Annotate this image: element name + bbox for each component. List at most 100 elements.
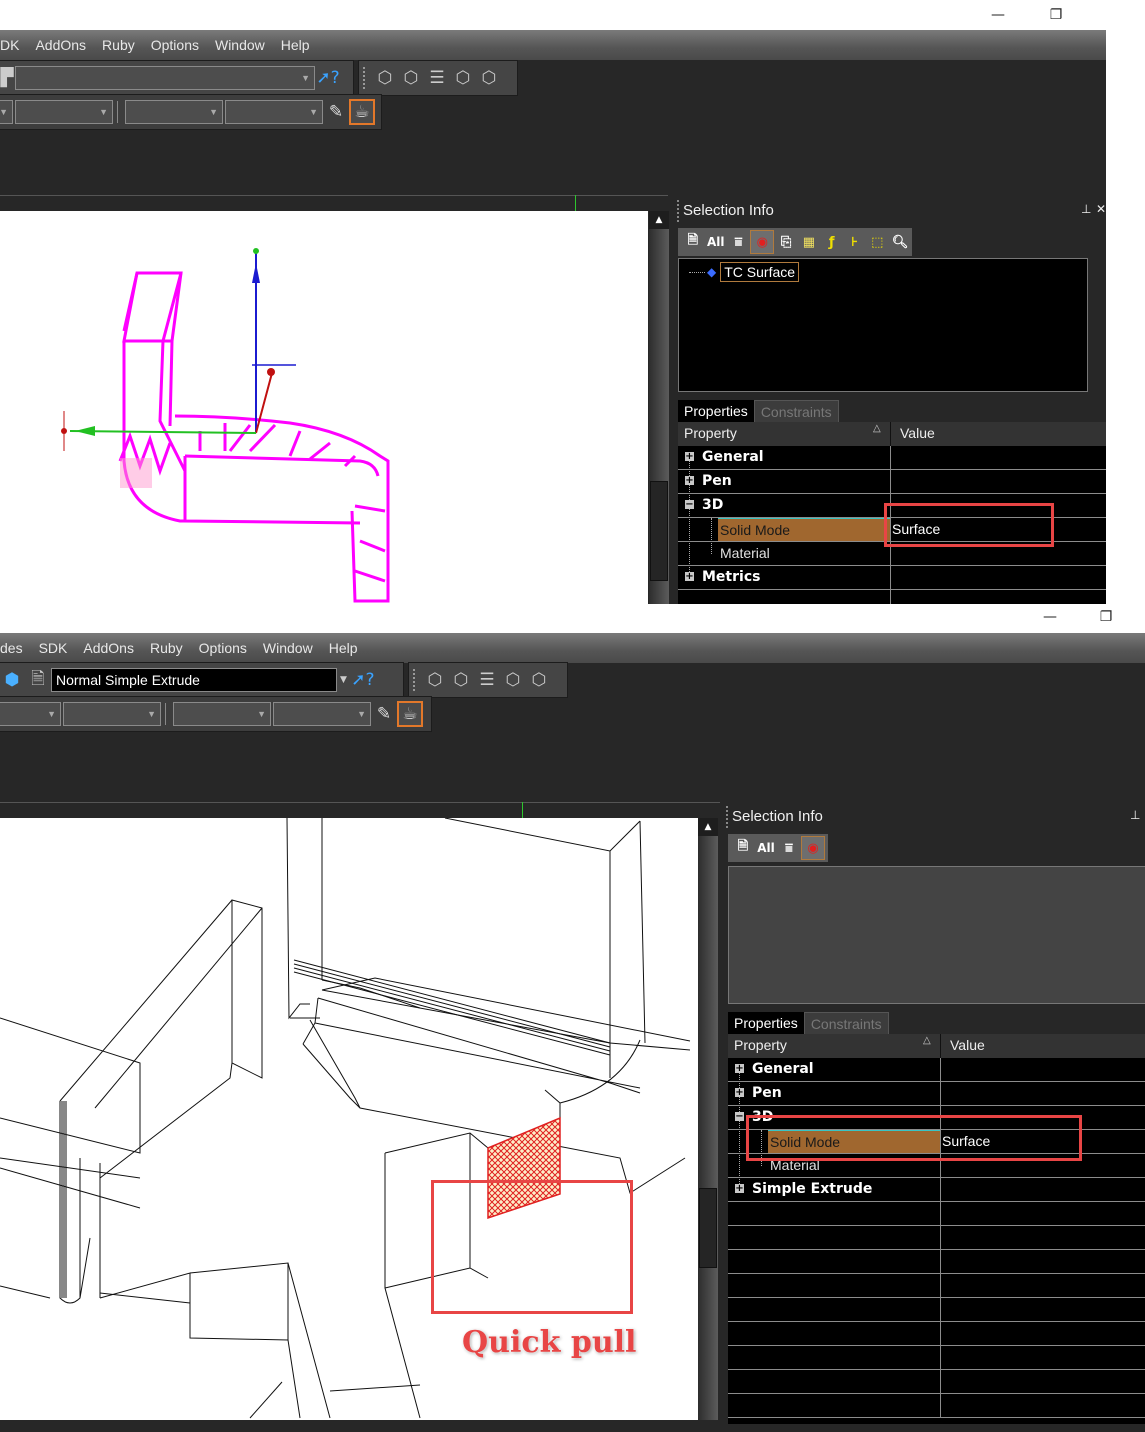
- style-combo[interactable]: ▼: [225, 100, 323, 124]
- column-property[interactable]: Property: [734, 1037, 787, 1053]
- filter-icon[interactable]: ⩸: [778, 837, 800, 859]
- view-cube-icon[interactable]: ⬢: [0, 667, 25, 693]
- menu-window[interactable]: Window: [215, 37, 265, 53]
- sweep-icon[interactable]: ☰: [424, 65, 450, 91]
- panel-grip[interactable]: [726, 806, 730, 828]
- toolbar-grip[interactable]: [363, 67, 368, 89]
- sort-arrow-icon[interactable]: △: [873, 423, 881, 434]
- grid-row[interactable]: + General: [728, 1058, 1145, 1082]
- style-combo[interactable]: ▼: [125, 100, 223, 124]
- scroll-thumb[interactable]: [699, 1188, 717, 1268]
- extrude-icon[interactable]: ⬡: [450, 65, 476, 91]
- select-tool-icon[interactable]: 🗎: [25, 667, 51, 693]
- extrude-icon[interactable]: ⬡: [398, 65, 424, 91]
- scroll-thumb[interactable]: [650, 481, 668, 581]
- viewport-scrollbar[interactable]: ▲: [649, 211, 669, 604]
- render-style-icon[interactable]: ☕: [349, 99, 375, 125]
- dimension-icon[interactable]: ⊦: [844, 231, 866, 253]
- tree-item-label[interactable]: TC Surface: [720, 262, 800, 282]
- style-combo[interactable]: ▼: [0, 100, 13, 124]
- visibility-icon[interactable]: ◉: [750, 230, 775, 254]
- filter-icon[interactable]: ⩸: [728, 231, 750, 253]
- extrude-icon[interactable]: ⬡: [526, 667, 552, 693]
- grid-row[interactable]: + Metrics: [678, 566, 1106, 590]
- extrude-icon[interactable]: ⬡: [422, 667, 448, 693]
- mode-combo[interactable]: Normal Simple Extrude: [51, 668, 337, 692]
- copy-icon[interactable]: ⎘: [775, 231, 797, 253]
- menu-addons[interactable]: AddOns: [35, 37, 86, 53]
- tab-properties[interactable]: Properties: [728, 1012, 804, 1034]
- menu-sdk[interactable]: DK: [0, 37, 19, 53]
- extrude-icon[interactable]: ⬡: [476, 65, 502, 91]
- scroll-up-arrow-icon[interactable]: ▲: [649, 211, 669, 229]
- pin-icon[interactable]: ⊥: [1130, 808, 1140, 822]
- expand-icon[interactable]: +: [685, 452, 694, 462]
- viewport-scrollbar[interactable]: ▲: [698, 818, 718, 1420]
- select-tool-icon[interactable]: ▛: [0, 65, 15, 91]
- tab-constraints[interactable]: Constraints: [753, 400, 839, 423]
- style-combo[interactable]: ▼: [173, 702, 271, 726]
- column-value[interactable]: Value: [950, 1037, 985, 1053]
- visibility-icon[interactable]: ◉: [801, 836, 825, 860]
- collapse-icon[interactable]: −: [735, 1112, 744, 1122]
- expand-icon[interactable]: +: [735, 1184, 744, 1194]
- scroll-up-arrow-icon[interactable]: ▲: [698, 818, 718, 836]
- style-combo[interactable]: ▼: [0, 702, 61, 726]
- chevron-down-icon[interactable]: ▼: [340, 675, 347, 685]
- properties-icon[interactable]: 🗎: [732, 837, 754, 859]
- grid-row[interactable]: + Pen: [678, 470, 1106, 494]
- menu-addons[interactable]: AddOns: [83, 640, 134, 656]
- menu-options[interactable]: Options: [199, 640, 247, 656]
- render-style-icon[interactable]: ☕: [397, 701, 423, 727]
- sort-arrow-icon[interactable]: △: [923, 1035, 931, 1046]
- style-combo[interactable]: ▼: [273, 702, 371, 726]
- column-property[interactable]: Property: [684, 425, 737, 441]
- all-icon[interactable]: All: [705, 231, 727, 253]
- viewport-3d[interactable]: Quick pull: [0, 818, 698, 1420]
- pencil-icon[interactable]: ✎: [371, 701, 397, 727]
- menu-ruby[interactable]: Ruby: [102, 37, 135, 53]
- column-value[interactable]: Value: [900, 425, 935, 441]
- restore-button[interactable]: ❐: [1096, 608, 1116, 626]
- minimize-button[interactable]: —: [988, 6, 1008, 24]
- menu-window[interactable]: Window: [263, 640, 313, 656]
- all-icon[interactable]: All: [755, 837, 777, 859]
- expand-icon[interactable]: +: [685, 476, 694, 486]
- restore-button[interactable]: ❐: [1046, 6, 1066, 24]
- menu-help[interactable]: Help: [329, 640, 358, 656]
- function-icon[interactable]: ƒ: [821, 231, 843, 253]
- collapse-icon[interactable]: −: [685, 500, 694, 510]
- menu-sdk[interactable]: SDK: [39, 640, 68, 656]
- zoom-icon[interactable]: 🔍︎: [889, 231, 911, 253]
- menu-modes[interactable]: des: [0, 640, 23, 656]
- tab-properties[interactable]: Properties: [678, 400, 754, 422]
- tree-item[interactable]: ◆ TC Surface: [689, 262, 800, 282]
- whats-this-help-icon[interactable]: ➚?: [315, 65, 341, 91]
- viewport-3d[interactable]: [0, 211, 648, 604]
- expand-icon[interactable]: +: [685, 572, 694, 582]
- style-combo[interactable]: ▼: [15, 100, 113, 124]
- properties-icon[interactable]: 🗎: [682, 231, 704, 253]
- pencil-icon[interactable]: ✎: [323, 99, 349, 125]
- grid-row[interactable]: + General: [678, 446, 1106, 470]
- menu-help[interactable]: Help: [281, 37, 310, 53]
- menu-options[interactable]: Options: [151, 37, 199, 53]
- toolbar-grip[interactable]: [413, 669, 418, 691]
- minimize-button[interactable]: —: [1040, 608, 1060, 626]
- extrude-icon[interactable]: ⬡: [372, 65, 398, 91]
- grid-row[interactable]: + Pen: [728, 1082, 1145, 1106]
- panel-grip[interactable]: [677, 200, 681, 222]
- tab-constraints[interactable]: Constraints: [803, 1012, 889, 1035]
- close-icon[interactable]: ✕: [1096, 202, 1106, 216]
- sweep-icon[interactable]: ☰: [474, 667, 500, 693]
- mode-combo[interactable]: ▼: [15, 66, 315, 90]
- extrude-icon[interactable]: ⬡: [448, 667, 474, 693]
- extrude-icon[interactable]: ⬡: [500, 667, 526, 693]
- menu-ruby[interactable]: Ruby: [150, 640, 183, 656]
- table-icon[interactable]: ▦: [798, 231, 820, 253]
- whats-this-help-icon[interactable]: ➚?: [350, 667, 376, 693]
- select-box-icon[interactable]: ⬚: [866, 231, 888, 253]
- expand-icon[interactable]: +: [735, 1088, 744, 1098]
- expand-icon[interactable]: +: [735, 1064, 744, 1074]
- style-combo[interactable]: ▼: [63, 702, 161, 726]
